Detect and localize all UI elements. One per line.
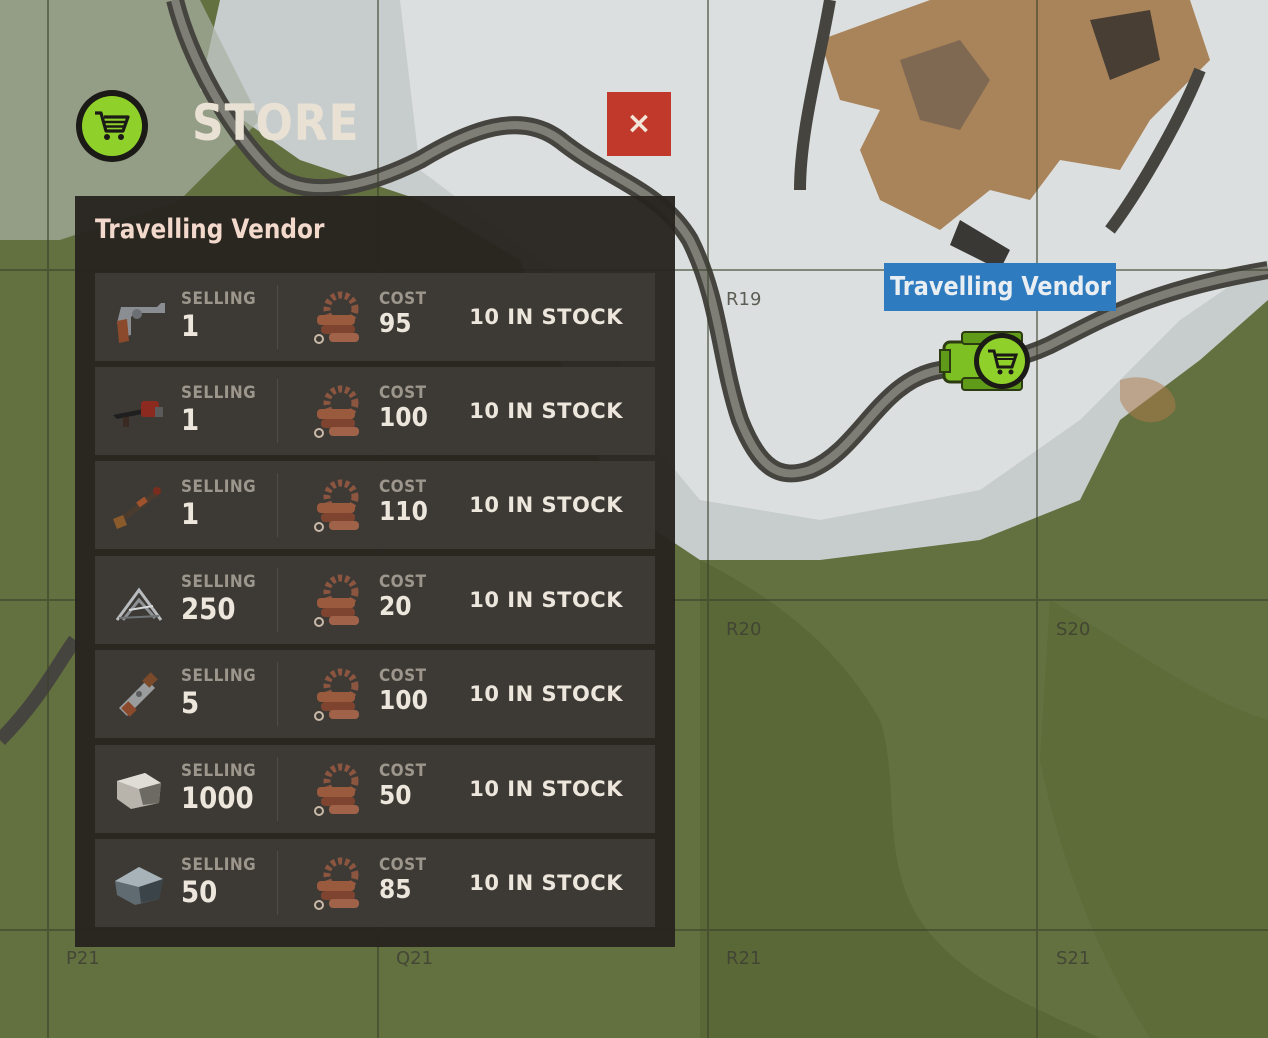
list-item[interactable]: SELLING 1 COST 100 10 IN STOCK [95, 367, 655, 455]
grid-label: R19 [726, 289, 762, 310]
grid-label: S20 [1056, 619, 1091, 640]
cost-value: 95 [379, 309, 412, 339]
selling-label: SELLING [181, 572, 257, 592]
stock-count: 10 IN STOCK [469, 777, 623, 801]
selling-quantity: 1 [181, 497, 200, 531]
list-item[interactable]: SELLING 250 COST 20 10 IN STOCK [95, 556, 655, 644]
cost-label: COST [379, 477, 427, 497]
selling-quantity: 250 [181, 592, 236, 626]
stock-count: 10 IN STOCK [469, 588, 623, 612]
selling-quantity: 5 [181, 686, 200, 720]
row-divider [277, 851, 278, 915]
selling-label: SELLING [181, 383, 257, 403]
metal-fragments-icon [314, 574, 359, 627]
caltrops-icon [115, 587, 163, 621]
row-divider [277, 473, 278, 537]
cost-value: 20 [379, 592, 412, 622]
store-header: STORE [76, 90, 676, 162]
flamethrower-icon [113, 401, 163, 427]
list-item[interactable]: SELLING 1 COST 95 10 IN STOCK [95, 273, 655, 361]
close-button[interactable]: × [607, 92, 671, 156]
selling-quantity: 1 [181, 309, 200, 343]
vendor-panel: Travelling Vendor SELLING 1 COST 95 10 I… [75, 196, 675, 947]
grid-label: Q21 [396, 948, 434, 969]
cost-value: 100 [379, 686, 428, 716]
metal-fragments-icon [314, 857, 359, 910]
rifle-icon [113, 487, 161, 529]
row-divider [277, 379, 278, 443]
list-item[interactable]: SELLING 5 COST 100 10 IN STOCK [95, 650, 655, 738]
selling-quantity: 1 [181, 403, 200, 437]
stock-count: 10 IN STOCK [469, 871, 623, 895]
metal-fragments-icon [314, 763, 359, 816]
grid-label: S21 [1056, 948, 1091, 969]
metal-fragments-icon [314, 291, 359, 344]
list-item[interactable]: SELLING 1000 COST 50 10 IN STOCK [95, 745, 655, 833]
close-icon[interactable]: × [626, 109, 651, 139]
row-divider [277, 757, 278, 821]
list-item[interactable]: SELLING 50 COST 85 10 IN STOCK [95, 839, 655, 927]
page-title: STORE [192, 94, 360, 152]
metal-fragments-icon [314, 479, 359, 532]
row-divider [277, 568, 278, 632]
cost-label: COST [379, 855, 427, 875]
stock-count: 10 IN STOCK [469, 305, 623, 329]
grid-label: P21 [66, 948, 100, 969]
vendor-cart-icon[interactable] [938, 328, 1038, 394]
stock-count: 10 IN STOCK [469, 493, 623, 517]
shopping-cart-icon [76, 90, 148, 162]
vendor-name: Travelling Vendor [95, 214, 325, 245]
vendor-map-label-text: Travelling Vendor [889, 272, 1111, 302]
metal-fragments-icon [314, 668, 359, 721]
stone-icon [117, 773, 161, 809]
stock-count: 10 IN STOCK [469, 682, 623, 706]
selling-quantity: 50 [181, 875, 218, 909]
stock-count: 10 IN STOCK [469, 399, 623, 423]
cost-value: 100 [379, 403, 428, 433]
vendor-map-label: Travelling Vendor [884, 263, 1116, 311]
cost-value: 110 [379, 497, 428, 527]
row-divider [277, 285, 278, 349]
revolver-icon [117, 303, 165, 343]
selling-label: SELLING [181, 666, 257, 686]
selling-label: SELLING [181, 477, 257, 497]
list-item[interactable]: SELLING 1 COST 110 10 IN STOCK [95, 461, 655, 549]
metal-ore-icon [115, 867, 163, 905]
cost-label: COST [379, 289, 427, 309]
cost-label: COST [379, 572, 427, 592]
cost-value: 85 [379, 875, 412, 905]
metal-fragments-icon [314, 385, 359, 438]
selling-label: SELLING [181, 289, 257, 309]
pipe-shotgun-icon [119, 672, 158, 717]
cost-label: COST [379, 761, 427, 781]
cost-label: COST [379, 666, 427, 686]
selling-label: SELLING [181, 855, 257, 875]
selling-label: SELLING [181, 761, 257, 781]
selling-quantity: 1000 [181, 781, 254, 815]
grid-label: R20 [726, 619, 762, 640]
cost-value: 50 [379, 781, 412, 811]
row-divider [277, 662, 278, 726]
grid-label: R21 [726, 948, 762, 969]
cost-label: COST [379, 383, 427, 403]
